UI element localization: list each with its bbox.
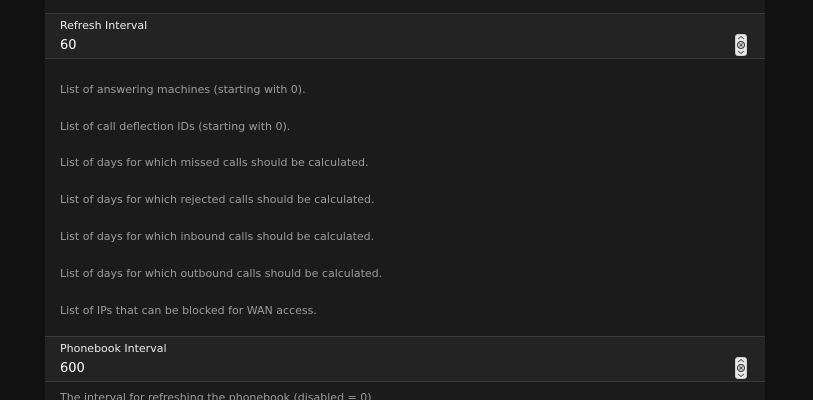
refresh-interval-input[interactable] [60, 36, 700, 54]
rejected-calls-hint: List of days for which rejected calls sh… [60, 193, 375, 206]
number-stepper-icon [736, 358, 746, 378]
phonebook-interval-hint: The interval for refreshing the phoneboo… [60, 391, 372, 400]
phonebook-interval-field: Phonebook Interval [45, 336, 765, 382]
missed-calls-hint: List of days for which missed calls shou… [60, 156, 369, 169]
phonebook-interval-stepper[interactable] [735, 357, 747, 379]
phonebook-interval-input[interactable] [60, 359, 700, 377]
call-deflection-hint: List of call deflection IDs (starting wi… [60, 120, 291, 133]
refresh-interval-stepper[interactable] [735, 34, 747, 56]
inbound-calls-hint: List of days for which inbound calls sho… [60, 230, 375, 243]
number-stepper-icon [736, 35, 746, 55]
refresh-interval-label: Refresh Interval [60, 19, 148, 32]
outbound-calls-hint: List of days for which outbound calls sh… [60, 267, 383, 280]
settings-panel: Refresh Interval List of answering machi… [45, 0, 765, 400]
answering-machines-hint: List of answering machines (starting wit… [60, 83, 306, 96]
phonebook-interval-label: Phonebook Interval [60, 342, 167, 355]
wan-block-ips-hint: List of IPs that can be blocked for WAN … [60, 304, 317, 317]
refresh-interval-field: Refresh Interval [45, 13, 765, 59]
